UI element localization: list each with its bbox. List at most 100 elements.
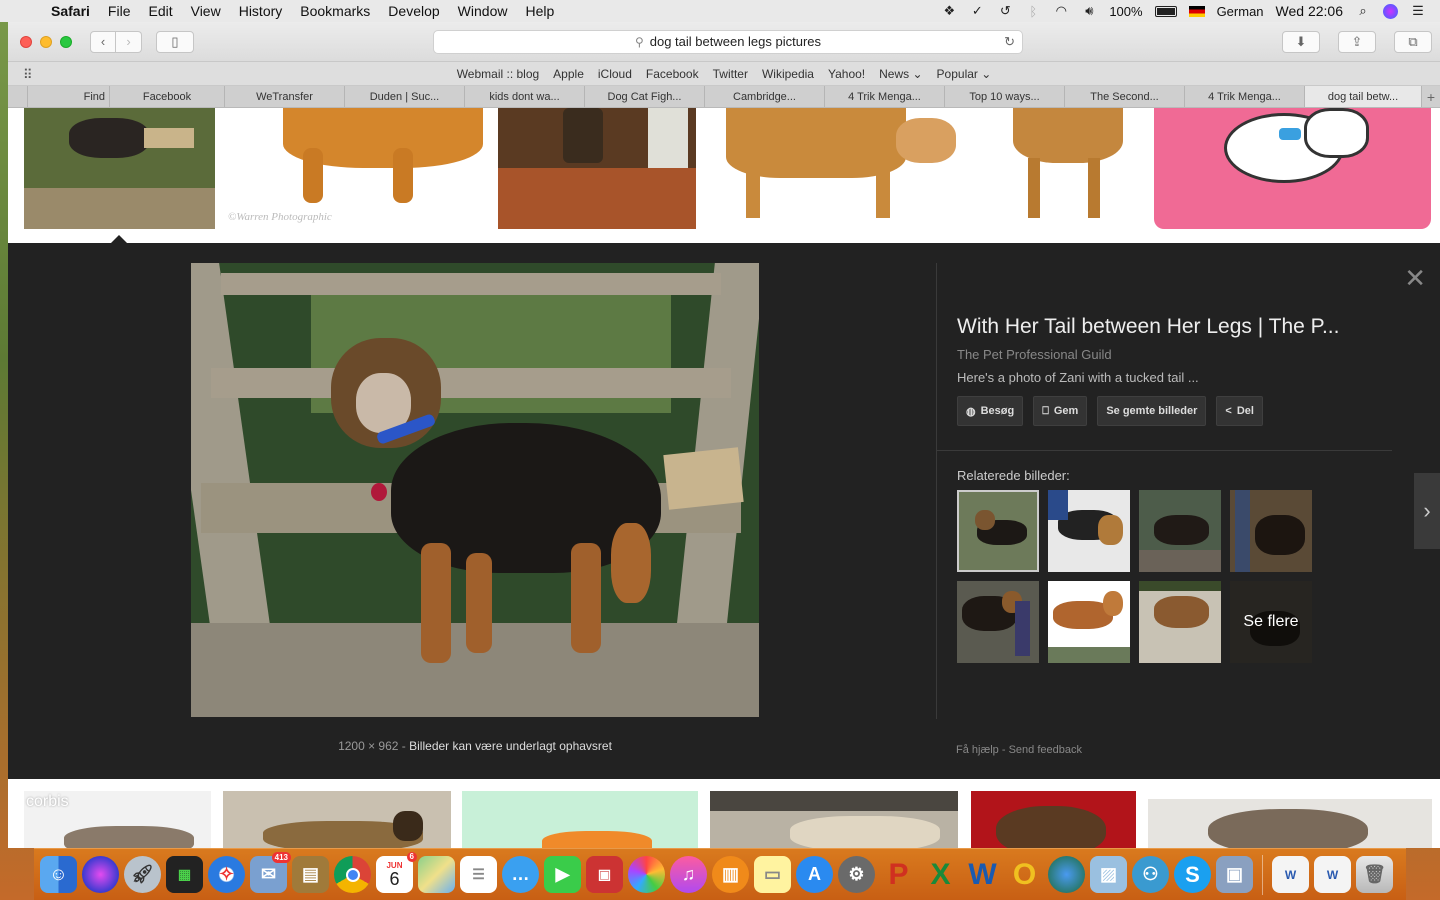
favorite-facebook[interactable]: Facebook (639, 67, 706, 81)
word-icon[interactable]: W (964, 856, 1001, 893)
menu-app-name[interactable]: Safari (42, 3, 99, 19)
tab-trik-2[interactable]: 4 Trik Menga... (1185, 86, 1305, 107)
launchpad-icon[interactable]: 🚀︎ (124, 856, 161, 893)
menu-edit[interactable]: Edit (139, 3, 181, 19)
chrome-icon[interactable] (334, 856, 371, 893)
back-button[interactable]: ‹ (90, 30, 116, 53)
result-thumb-4[interactable] (706, 108, 978, 229)
trash-icon[interactable]: 🗑︎ (1356, 856, 1393, 893)
result-thumb-7[interactable]: corbis (24, 791, 211, 848)
close-window-button[interactable] (20, 35, 32, 48)
tab-dog-tail-active[interactable]: dog tail betw... (1305, 86, 1422, 107)
view-saved-button[interactable]: Se gemte billeder (1097, 396, 1207, 426)
result-thumb-12[interactable] (1148, 799, 1432, 848)
menu-file[interactable]: File (99, 3, 140, 19)
battery-percent[interactable]: 100% (1109, 4, 1142, 19)
mail-icon[interactable]: ✉ 413 (250, 852, 291, 893)
favorite-yahoo[interactable]: Yahoo! (821, 67, 872, 81)
favorite-webmail[interactable]: Webmail :: blog (450, 67, 546, 81)
close-preview-icon[interactable]: ✕ (1404, 263, 1426, 294)
share-button[interactable]: ⇪ (1338, 30, 1376, 53)
tab-trik-1[interactable]: 4 Trik Menga... (825, 86, 945, 107)
related-image-5[interactable] (957, 581, 1039, 663)
new-tab-button[interactable]: + (1422, 86, 1440, 107)
favorite-twitter[interactable]: Twitter (706, 67, 755, 81)
result-thumb-6[interactable] (1154, 108, 1431, 229)
dropbox-icon[interactable]: ❖ (941, 3, 957, 18)
next-image-arrow-icon[interactable]: › (1414, 473, 1440, 549)
send-feedback-link[interactable]: Send feedback (1009, 744, 1082, 756)
favorite-icloud[interactable]: iCloud (591, 67, 639, 81)
tab-wetransfer[interactable]: WeTransfer (225, 86, 345, 107)
doc-1-icon[interactable]: W (1272, 856, 1309, 893)
contacts-icon[interactable]: ⚇ (1132, 856, 1169, 893)
messages-icon[interactable]: … (502, 856, 539, 893)
zoom-window-button[interactable] (60, 35, 72, 48)
visit-button[interactable]: ◍ Besøg (957, 396, 1024, 426)
related-image-2[interactable] (1048, 490, 1130, 572)
spotlight-search-icon[interactable]: ⌕ (1355, 3, 1371, 18)
facetime-icon[interactable]: ▶ (544, 856, 581, 893)
related-image-1[interactable] (957, 490, 1039, 572)
safari-icon[interactable]: ✧ (208, 856, 245, 893)
menu-view[interactable]: View (182, 3, 230, 19)
itunes-icon[interactable]: ♫ (670, 856, 707, 893)
skype-icon[interactable]: S (1174, 856, 1211, 893)
powerpoint-icon[interactable]: P (880, 856, 917, 893)
preview-icon[interactable]: ▨ (1090, 856, 1127, 893)
top-sites-grid-icon[interactable]: ⠿ (23, 67, 33, 83)
reminders-icon[interactable]: ☰ (460, 856, 497, 893)
result-thumb-3[interactable] (498, 108, 696, 229)
reload-icon[interactable]: ↻ (1004, 34, 1015, 50)
maps-icon[interactable] (418, 856, 455, 893)
tab-cambridge[interactable]: Cambridge... (705, 86, 825, 107)
doc-2-icon[interactable]: W (1314, 856, 1351, 893)
image-capture-icon[interactable]: ▣ (1216, 856, 1253, 893)
favorite-wikipedia[interactable]: Wikipedia (755, 67, 821, 81)
checkmark-icon[interactable]: ✓ (969, 3, 985, 18)
siri-icon[interactable] (82, 856, 119, 893)
result-thumb-11[interactable] (971, 791, 1136, 848)
input-source-label[interactable]: German (1217, 4, 1264, 19)
excel-icon[interactable]: X (922, 856, 959, 893)
menu-develop[interactable]: Develop (379, 3, 448, 19)
menu-history[interactable]: History (230, 3, 292, 19)
menu-bookmarks[interactable]: Bookmarks (291, 3, 379, 19)
tab-the-second[interactable]: The Second... (1065, 86, 1185, 107)
stickies-icon[interactable]: ▭ (754, 856, 791, 893)
tab-find[interactable]: Find (28, 86, 110, 107)
favorite-popular[interactable]: Popular ⌄ (930, 67, 999, 81)
menu-clock[interactable]: Wed 22:06 (1276, 3, 1343, 19)
result-thumb-10[interactable] (710, 791, 958, 848)
related-image-3[interactable] (1139, 490, 1221, 572)
forward-button[interactable]: › (116, 30, 142, 53)
notification-center-icon[interactable]: ☰ (1410, 3, 1426, 18)
wifi-icon[interactable]: ◠ (1053, 3, 1069, 18)
bluetooth-icon[interactable]: ᛒ (1025, 4, 1041, 19)
downloads-button[interactable]: ⬇ (1282, 30, 1320, 53)
time-machine-icon[interactable]: ↺ (997, 3, 1013, 18)
menu-window[interactable]: Window (449, 3, 517, 19)
related-image-6[interactable] (1048, 581, 1130, 663)
tab-overview-button[interactable]: ⧉ (1394, 30, 1432, 53)
main-preview-image[interactable] (191, 263, 759, 717)
result-thumb-2[interactable]: ©Warren Photographic (223, 108, 498, 229)
german-flag-icon[interactable] (1188, 5, 1205, 17)
system-preferences-icon[interactable]: ⚙ (838, 856, 875, 893)
result-thumb-9[interactable] (462, 791, 698, 848)
sidebar-toggle-button[interactable]: ▯ (156, 30, 194, 53)
battery-icon[interactable] (1154, 5, 1177, 17)
volume-icon[interactable]: 🔊︎ (1081, 3, 1097, 18)
photos-icon[interactable] (628, 856, 665, 893)
tab-facebook[interactable]: Facebook (110, 86, 225, 107)
minimize-window-button[interactable] (40, 35, 52, 48)
opera-icon[interactable]: O (1006, 856, 1043, 893)
tab-duden[interactable]: Duden | Suc... (345, 86, 465, 107)
address-bar[interactable]: ⚲ dog tail between legs pictures ↻ (433, 29, 1023, 54)
network-icon[interactable] (1048, 856, 1085, 893)
image-title[interactable]: With Her Tail between Her Legs | The P..… (957, 315, 1397, 339)
help-link[interactable]: Få hjælp (956, 744, 999, 756)
tab-kids[interactable]: kids dont wa... (465, 86, 585, 107)
menu-help[interactable]: Help (516, 3, 563, 19)
tab-top-10[interactable]: Top 10 ways... (945, 86, 1065, 107)
